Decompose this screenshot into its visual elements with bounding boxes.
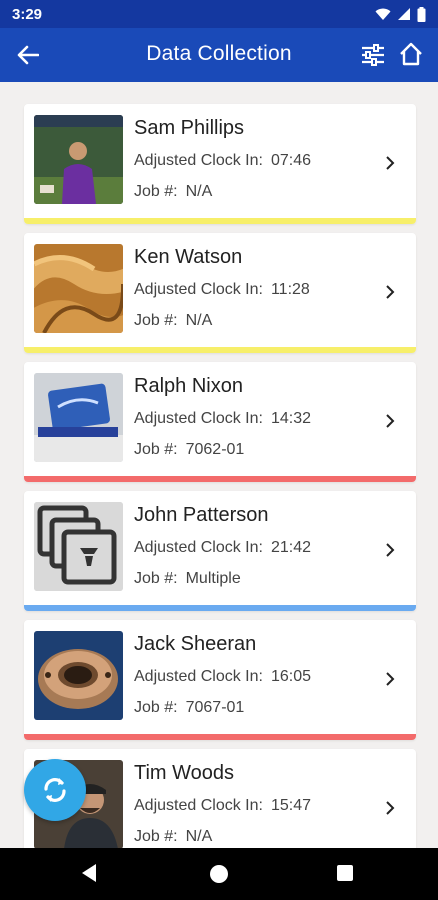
clock-in-time: 16:05: [270, 668, 311, 685]
employee-card[interactable]: John Patterson Adjusted Clock In: 21:42 J…: [24, 491, 416, 611]
clock-in-time: 11:28: [270, 281, 310, 298]
clock-in-label: Adjusted Clock In:: [134, 539, 263, 556]
chevron-right-icon[interactable]: [382, 797, 398, 819]
clock-in-row: Adjusted Clock In: 21:42: [134, 539, 311, 557]
employee-thumbnail: [34, 115, 123, 204]
employee-name: Ralph Nixon: [134, 375, 243, 397]
job-label: Job #:: [134, 828, 178, 845]
signal-icon: [398, 8, 410, 20]
app-bar: Data Collection: [0, 28, 438, 82]
clock-in-row: Adjusted Clock In: 14:32: [134, 410, 311, 428]
clock-in-row: Adjusted Clock In: 15:47: [134, 797, 311, 815]
employee-name: Tim Woods: [134, 762, 235, 784]
job-value: N/A: [185, 828, 213, 845]
clock-in-row: Adjusted Clock In: 16:05: [134, 668, 311, 686]
nav-back-icon[interactable]: [80, 863, 98, 883]
nav-recents-icon[interactable]: [337, 865, 353, 881]
clock-in-row: Adjusted Clock In: 07:46: [134, 152, 311, 170]
clock-in-time: 14:32: [270, 410, 311, 427]
filter-button[interactable]: [358, 41, 388, 69]
status-time: 3:29: [12, 5, 43, 23]
employee-card[interactable]: Ken Watson Adjusted Clock In: 11:28 Job #…: [24, 233, 416, 353]
job-label: Job #:: [134, 183, 178, 200]
job-row: Job #: N/A: [134, 183, 212, 201]
job-row: Job #: N/A: [134, 312, 212, 330]
employee-card[interactable]: Ralph Nixon Adjusted Clock In: 14:32 Job …: [24, 362, 416, 482]
wifi-icon: [375, 8, 391, 20]
job-label: Job #:: [134, 441, 178, 458]
employee-name: Jack Sheeran: [134, 633, 257, 655]
job-label: Job #:: [134, 699, 178, 716]
status-bar: 3:29: [0, 0, 438, 28]
employee-name: John Patterson: [134, 504, 269, 526]
clock-in-label: Adjusted Clock In:: [134, 281, 263, 298]
status-icons: [375, 6, 426, 22]
employee-card[interactable]: Sam Phillips Adjusted Clock In: 07:46 Job…: [24, 104, 416, 224]
job-label: Job #:: [134, 570, 178, 587]
status-stripe: [24, 476, 416, 482]
nav-home-icon[interactable]: [210, 865, 228, 883]
clock-in-label: Adjusted Clock In:: [134, 152, 263, 169]
job-value: 7062-01: [185, 441, 245, 458]
job-value: 7067-01: [185, 699, 245, 716]
employee-name: Sam Phillips: [134, 117, 245, 139]
battery-icon: [417, 6, 426, 22]
job-row: Job #: 7067-01: [134, 699, 244, 717]
chevron-right-icon[interactable]: [382, 410, 398, 432]
home-icon: [400, 42, 422, 66]
home-button[interactable]: [396, 40, 426, 68]
clock-in-row: Adjusted Clock In: 11:28: [134, 281, 310, 299]
clock-in-time: 21:42: [270, 539, 311, 556]
job-row: Job #: Multiple: [134, 570, 241, 588]
job-row: Job #: 7062-01: [134, 441, 244, 459]
refresh-button[interactable]: [24, 759, 86, 821]
chevron-right-icon[interactable]: [382, 281, 398, 303]
status-stripe: [24, 605, 416, 611]
system-nav-bar: [0, 848, 438, 900]
chevron-right-icon[interactable]: [382, 152, 398, 174]
job-row: Job #: N/A: [134, 828, 212, 846]
multiple-jobs-icon: [34, 502, 123, 591]
employee-thumbnail: [34, 244, 123, 333]
employee-list[interactable]: Sam Phillips Adjusted Clock In: 07:46 Job…: [0, 82, 438, 848]
clock-in-label: Adjusted Clock In:: [134, 668, 263, 685]
sliders-icon: [362, 44, 384, 66]
status-stripe: [24, 734, 416, 740]
clock-in-time: 07:46: [270, 152, 311, 169]
job-value: N/A: [185, 183, 213, 200]
employee-name: Ken Watson: [134, 246, 243, 268]
chevron-right-icon[interactable]: [382, 539, 398, 561]
refresh-icon: [44, 778, 66, 802]
job-value: Multiple: [185, 570, 241, 587]
clock-in-label: Adjusted Clock In:: [134, 410, 263, 427]
clock-in-time: 15:47: [270, 797, 311, 814]
chevron-right-icon[interactable]: [382, 668, 398, 690]
status-stripe: [24, 218, 416, 224]
employee-thumbnail: [34, 502, 123, 591]
status-stripe: [24, 347, 416, 353]
employee-thumbnail: [34, 631, 123, 720]
employee-card[interactable]: Jack Sheeran Adjusted Clock In: 16:05 Job…: [24, 620, 416, 740]
job-label: Job #:: [134, 312, 178, 329]
employee-thumbnail: [34, 373, 123, 462]
job-value: N/A: [185, 312, 213, 329]
clock-in-label: Adjusted Clock In:: [134, 797, 263, 814]
